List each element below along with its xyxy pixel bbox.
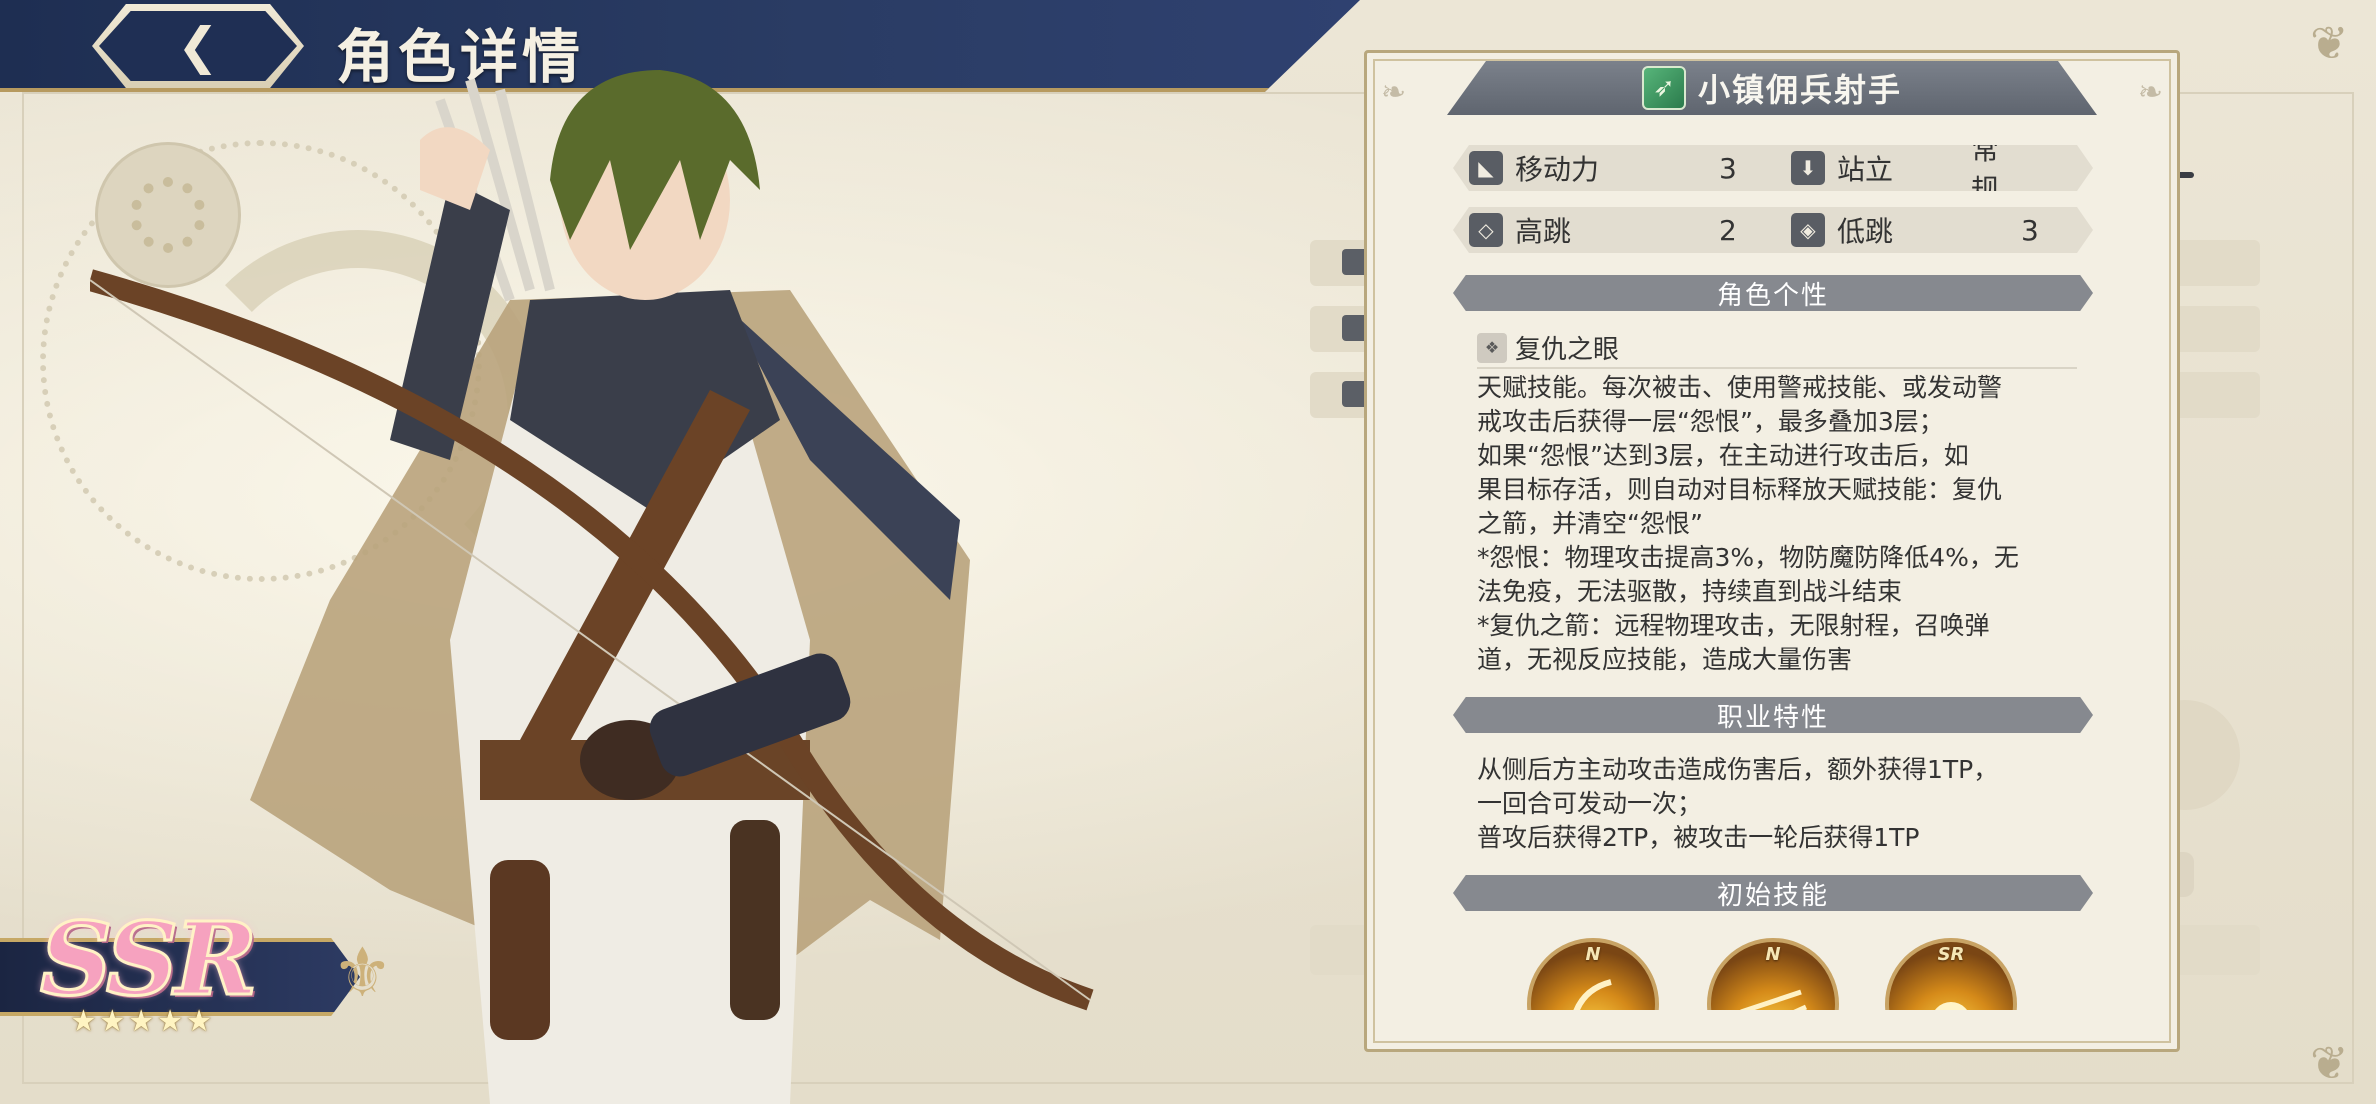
rarity-grade: SSR [38,899,258,1020]
stat-value: 常规 [1971,133,2000,206]
skill-slot-2[interactable]: N [1707,938,1839,1010]
stat-value: 2 [1719,213,1737,247]
class-trait-description: 从侧后方主动攻击造成伤害后，额外获得1TP， 一回合可发动一次； 普攻后获得2T… [1477,753,2087,855]
ornament-icon: ❧ [1381,75,1407,110]
section-title: 职业特性 [1716,702,1829,733]
desc-line: 天赋技能。每次被击、使用警戒技能、或发动警 [1477,373,2003,402]
desc-line: 道，无视反应技能，造成大量伤害 [1477,645,1853,674]
stat-label: 移动力 [1515,153,1600,186]
desc-line: *复仇之箭：远程物理攻击，无限射程，召唤弹 [1477,611,1990,640]
rarity-stars: ★★★★★ [70,1004,215,1039]
desc-line: 如果“怨恨”达到3层，在主动进行攻击后，如 [1477,441,1969,470]
stat-row-jump: ◇ 高跳 2 ◈ 低跳 3 [1453,207,2093,253]
section-header-personality: 角色个性 [1453,275,2093,311]
jump-up-icon: ◇ [1469,213,1503,247]
stat-label: 低跳 [1837,215,1894,248]
stat-low-jump: ◈ 低跳 3 [1791,207,2039,253]
skill-slot-3[interactable]: SR [1885,938,2017,1010]
trait-title: ❖ 复仇之眼 [1477,329,1619,366]
skill-grade: N [1765,944,1781,965]
stat-label: 站立 [1837,153,1894,186]
desc-line: 普攻后获得2TP，被攻击一轮后获得1TP [1477,823,1920,852]
skill-list: N N SR [1367,938,2171,1010]
section-title: 初始技能 [1716,880,1829,911]
character-info-panel: ❧ ❧ ➶ 小镇佣兵射手 ◣ 移动力 3 ⬇ 站立 常规 ◇ 高跳 2 ◈ 低跳… [1364,50,2180,1052]
jump-down-icon: ◈ [1791,213,1825,247]
class-name: 小镇佣兵射手 [1697,71,1902,109]
rarity-badge: ⚜ SSR ★★★★★ [0,899,420,1050]
skill-grade: N [1585,944,1601,965]
corner-ornament-icon: ❦ [2310,16,2349,70]
stat-stance: ⬇ 站立 常规 [1791,145,1999,191]
desc-line: 法免疫，无法驱散，持续直到战斗结束 [1477,577,1903,606]
stat-row-movement: ◣ 移动力 3 ⬇ 站立 常规 [1453,145,2093,191]
section-header-class-trait: 职业特性 [1453,697,2093,733]
bow-class-icon: ➶ [1641,66,1686,110]
stat-label: 高跳 [1515,215,1572,248]
trait-icon: ❖ [1477,332,1507,363]
stat-value: 3 [1719,151,1737,185]
trait-description: 天赋技能。每次被击、使用警戒技能、或发动警 戒攻击后获得一层“怨恨”，最多叠加3… [1477,371,2087,677]
skill-grade: SR [1937,944,1965,965]
stat-high-jump: ◇ 高跳 2 [1469,207,1737,253]
section-title: 角色个性 [1716,280,1829,311]
trait-name: 复仇之眼 [1515,335,1620,365]
section-header-initial-skills: 初始技能 [1453,875,2093,911]
ornament-icon: ❧ [2137,75,2163,110]
class-title-bar: ➶ 小镇佣兵射手 [1447,61,2097,115]
boot-icon: ◣ [1469,151,1503,185]
stat-move: ◣ 移动力 3 [1469,145,1737,191]
desc-line: 从侧后方主动攻击造成伤害后，额外获得1TP， [1477,755,1999,784]
divider [1477,367,2077,369]
corner-ornament-icon: ❦ [2310,1036,2349,1090]
desc-line: 戒攻击后获得一层“怨恨”，最多叠加3层； [1477,407,1944,436]
skill-slot-1[interactable]: N [1527,938,1659,1010]
desc-line: 果目标存活，则自动对目标释放天赋技能：复仇 [1477,475,2003,504]
stance-icon: ⬇ [1791,151,1825,185]
stat-value: 3 [2021,213,2039,247]
desc-line: *怨恨：物理攻击提高3%，物防魔防降低4%，无 [1477,543,2019,572]
desc-line: 之箭，并清空“怨恨” [1477,509,1703,538]
desc-line: 一回合可发动一次； [1477,789,1703,818]
fleur-ornament-icon: ⚜ [332,934,393,1013]
